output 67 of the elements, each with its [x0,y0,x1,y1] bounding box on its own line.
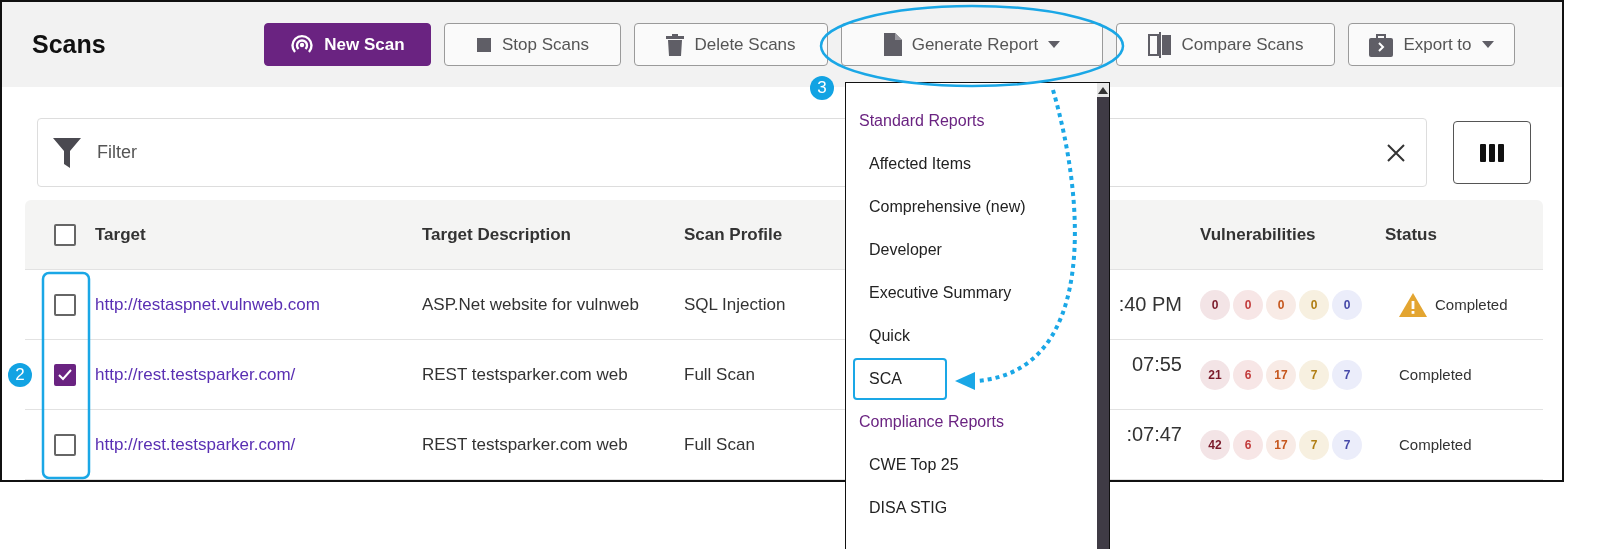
row-checkbox[interactable] [54,433,76,456]
menu-item[interactable]: Comprehensive (new) [853,185,1042,228]
vulnerability-count: 7 [1332,359,1362,390]
check-icon [58,368,72,381]
column-header: Target [95,224,146,244]
menu-item[interactable]: CWE Top 25 [853,443,975,486]
select-all-checkbox[interactable] [54,223,76,246]
vulnerability-count: 17 [1266,429,1296,460]
vulnerability-count: 21 [1200,359,1230,390]
table-cell-text: REST testsparker.com web [422,363,629,386]
toolbar-button[interactable]: Delete Scans [634,23,828,66]
toolbar-button[interactable]: Compare Scans [1116,23,1335,66]
document-icon [883,33,902,56]
vulnerability-count: 6 [1233,359,1263,390]
vulnerability-count: 7 [1299,429,1329,460]
column-header: Status [1385,224,1437,244]
status-text: Completed [1435,296,1508,313]
menu-item[interactable]: Quick [853,314,926,357]
briefcase-icon [1369,32,1394,57]
vulnerability-count: 17 [1266,359,1296,390]
target-link[interactable]: http://testaspnet.vulnweb.com [95,294,320,314]
compare-icon [1147,31,1172,58]
menu-group-label: Compliance Reports [859,412,1004,431]
menu-item[interactable]: SCA [853,357,947,400]
page-title: Scans [32,30,107,59]
trash-icon [666,33,685,56]
table-cell-text: REST testsparker.com web [422,433,629,456]
table-cell: Full Scan [684,364,755,384]
vulnerability-count: 0 [1233,289,1263,320]
vulnerability-count: 7 [1299,359,1329,390]
column-header: Scan Profile [684,224,783,244]
menu-item[interactable]: Developer [853,228,958,271]
table-cell: :07:47 [1126,423,1182,446]
status-text: Completed [1399,366,1472,383]
vulnerability-count: 0 [1200,289,1230,320]
vulnerability-count: 42 [1200,429,1230,460]
row-checkbox[interactable] [54,293,76,316]
menu-item[interactable]: Affected Items [853,142,987,185]
status-text: Completed [1399,436,1472,453]
vulnerability-count: 0 [1332,289,1362,320]
table-cell: Full Scan [684,434,755,454]
row-checkbox[interactable] [54,363,76,386]
table-cell: SQL Injection [684,294,786,314]
table-cell: 07:55 [1131,353,1182,376]
vulnerability-count: 0 [1266,289,1296,320]
scrollbar[interactable] [1097,83,1109,549]
vulnerability-count: 6 [1233,429,1263,460]
toolbar-button[interactable]: Generate Report [841,23,1103,66]
columns-icon [1480,143,1504,162]
target-link[interactable]: http://rest.testsparker.com/ [95,434,296,454]
columns-button[interactable] [1453,121,1531,184]
vulnerability-count: 0 [1299,289,1329,320]
table-cell-text: ASP.Net website for vulnweb [422,293,641,316]
stop-icon [476,36,492,53]
vulnerability-count: 7 [1332,429,1362,460]
scroll-up-icon[interactable] [1097,83,1109,97]
close-icon[interactable] [1387,144,1405,162]
target-link[interactable]: http://rest.testsparker.com/ [95,364,296,384]
toolbar-button[interactable]: Stop Scans [444,23,621,66]
column-header: Target Description [422,224,571,244]
filter-icon [53,138,81,168]
column-header: Vulnerabilities [1200,224,1316,244]
toolbar-button[interactable]: New Scan [264,23,431,66]
menu-item[interactable]: Executive Summary [853,271,1028,314]
toolbar-button[interactable]: Export to [1348,23,1515,66]
table-cell: :40 PM [1118,293,1182,316]
menu-item[interactable]: DISA STIG [853,486,964,529]
